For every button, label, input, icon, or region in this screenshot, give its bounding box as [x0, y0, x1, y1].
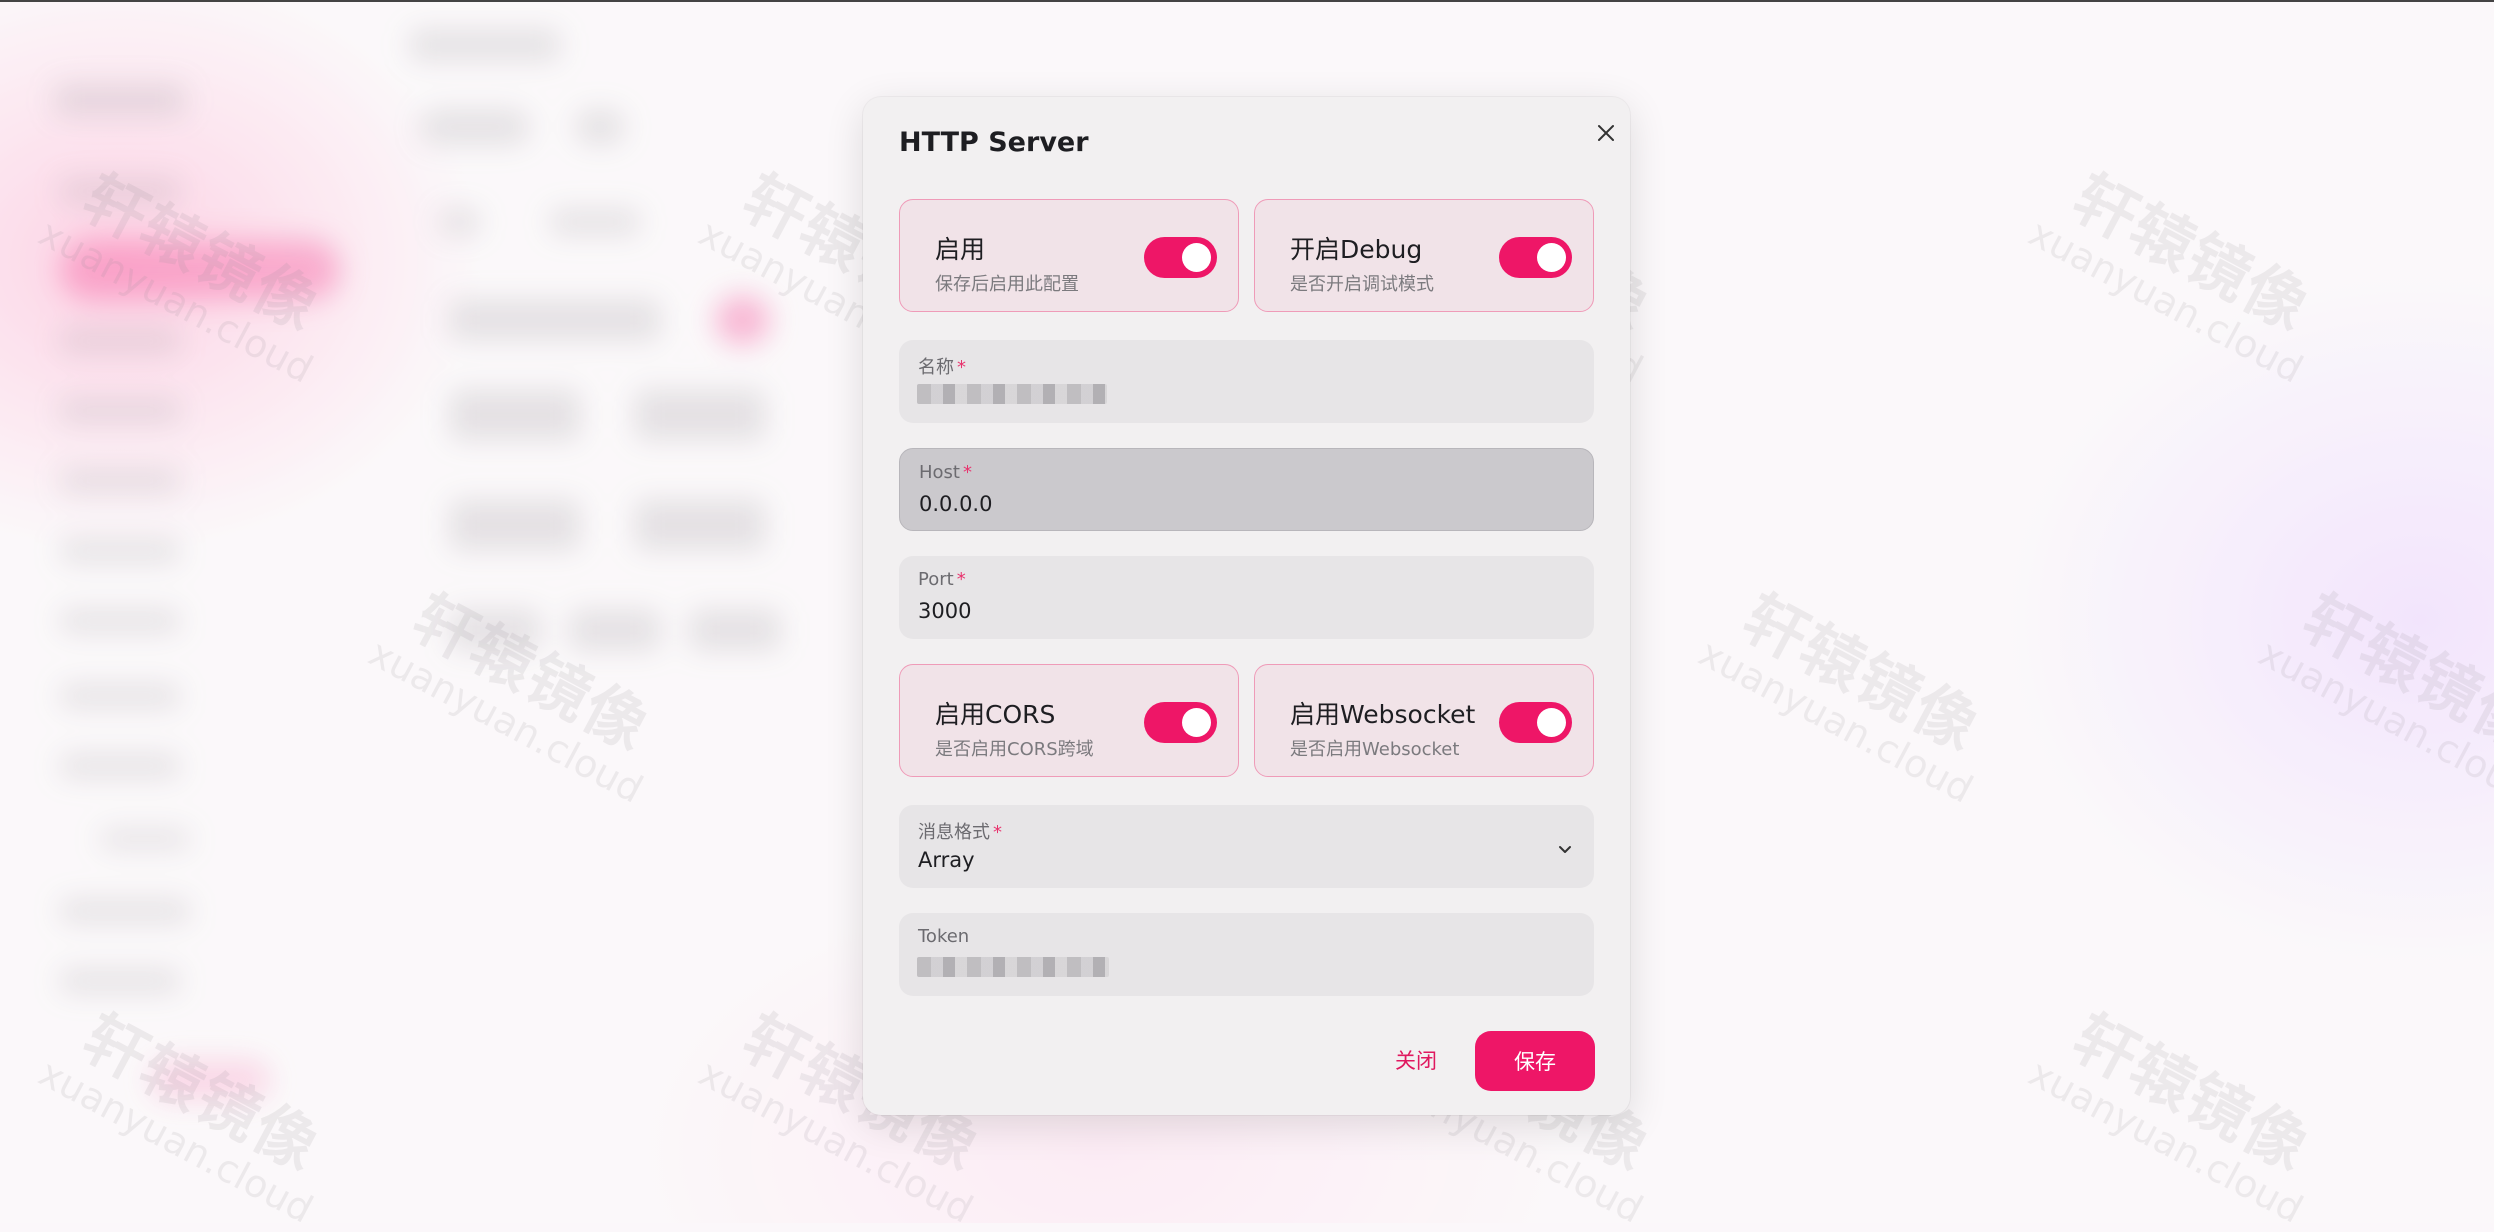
- cors-label: 启用CORS: [935, 700, 1056, 729]
- toggle-knob: [1182, 243, 1211, 272]
- close-icon: [1598, 125, 1614, 141]
- close-button[interactable]: 关闭: [1381, 1045, 1451, 1075]
- enable-description: 保存后启用此配置: [935, 274, 1079, 295]
- enable-toggle[interactable]: [1144, 237, 1217, 278]
- toggle-knob: [1537, 708, 1566, 737]
- websocket-toggle[interactable]: [1499, 702, 1572, 743]
- message-format-select[interactable]: 消息格式 * Array: [899, 805, 1594, 888]
- cors-description: 是否启用CORS跨域: [935, 739, 1094, 760]
- save-button[interactable]: 保存: [1475, 1031, 1595, 1091]
- http-server-dialog: HTTP Server 启用 保存后启用此配置 开启Debug 是否开启调试模式…: [863, 97, 1630, 1115]
- enable-label: 启用: [935, 235, 986, 264]
- port-label: Port *: [918, 569, 966, 590]
- debug-label: 开启Debug: [1290, 235, 1423, 264]
- toggle-knob: [1182, 708, 1211, 737]
- host-label: Host *: [919, 462, 972, 483]
- cors-switch-card: 启用CORS 是否启用CORS跨域: [899, 664, 1239, 777]
- name-field[interactable]: 名称 *: [899, 340, 1594, 423]
- debug-toggle[interactable]: [1499, 237, 1572, 278]
- websocket-label: 启用Websocket: [1290, 700, 1476, 729]
- host-input[interactable]: 0.0.0.0: [919, 492, 1519, 516]
- token-field[interactable]: Token: [899, 913, 1594, 996]
- dialog-title: HTTP Server: [899, 127, 1089, 158]
- redacted-token-value: [917, 957, 1109, 977]
- message-format-label: 消息格式 *: [918, 822, 1002, 843]
- name-label: 名称 *: [918, 357, 966, 378]
- redacted-name-value: [917, 384, 1107, 404]
- port-field[interactable]: Port * 3000: [899, 556, 1594, 639]
- debug-switch-card: 开启Debug 是否开启调试模式: [1254, 199, 1594, 312]
- message-format-value: Array: [918, 848, 975, 872]
- host-field[interactable]: Host * 0.0.0.0: [899, 448, 1594, 531]
- websocket-description: 是否启用Websocket: [1290, 739, 1460, 760]
- window-top-border: [0, 0, 2494, 2]
- toggle-knob: [1537, 243, 1566, 272]
- port-input[interactable]: 3000: [918, 599, 1518, 623]
- cors-toggle[interactable]: [1144, 702, 1217, 743]
- enable-switch-card: 启用 保存后启用此配置: [899, 199, 1239, 312]
- debug-description: 是否开启调试模式: [1290, 274, 1434, 295]
- close-dialog-button[interactable]: [1588, 115, 1624, 151]
- websocket-switch-card: 启用Websocket 是否启用Websocket: [1254, 664, 1594, 777]
- chevron-down-icon: [1559, 846, 1571, 853]
- token-label: Token: [918, 926, 970, 947]
